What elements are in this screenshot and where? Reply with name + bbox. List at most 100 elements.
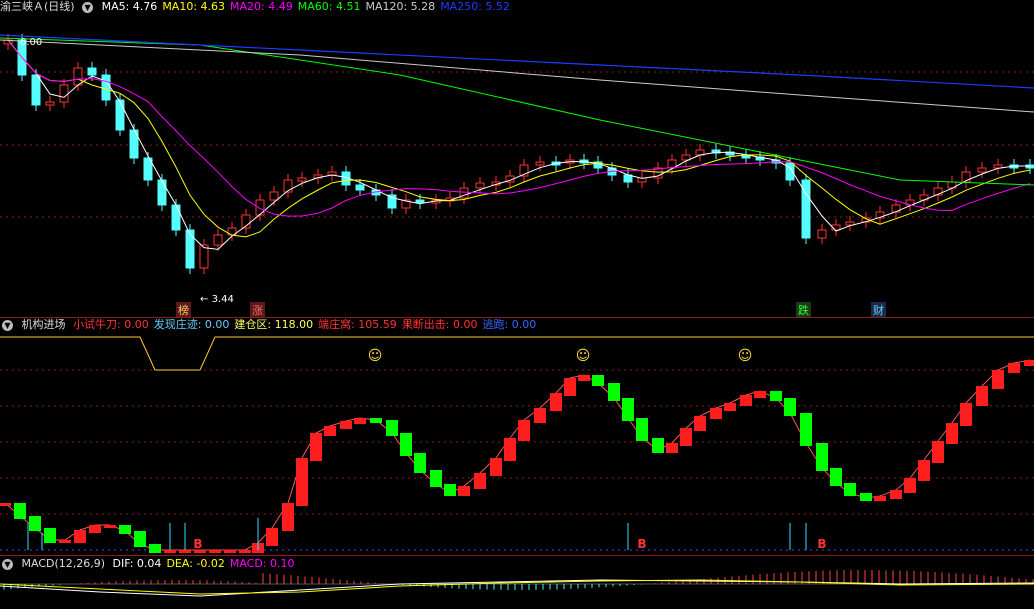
indicator-bar: [932, 441, 944, 463]
candle: [415, 199, 425, 204]
indicator-bar: [1008, 363, 1020, 373]
ma250-line: [0, 34, 1034, 89]
macd-item-2: MACD: 0.10: [229, 557, 295, 570]
ma-legend-item-0: MA5: 4.76: [101, 0, 158, 13]
candle: [269, 191, 279, 201]
indicator-values: 小试牛刀: 0.00 发现庄迹: 0.00 建仓区: 118.00 端庄窝: 105.…: [73, 318, 541, 331]
indicator-bar: [904, 478, 916, 493]
indicator-bar: [224, 550, 236, 553]
price-chart[interactable]: [0, 0, 1034, 317]
indicator-name: 机构进场: [21, 318, 66, 331]
indicator-bar: [800, 413, 812, 446]
stock-title: 渝三峡Ａ(日线): [0, 0, 75, 13]
candle: [255, 199, 265, 216]
marker-die: 跌: [796, 302, 811, 318]
indicator-legend: ▼ 机构进场 小试牛刀: 0.00 发现庄迹: 0.00 建仓区: 118.00 端庄…: [0, 318, 546, 332]
macd-name: MACD(12,26,9): [21, 557, 106, 570]
marker-bang: 榜: [176, 302, 191, 318]
macd-legend: ▼ MACD(12,26,9) DIF: 0.04 DEA: -0.02 MACD:…: [0, 557, 305, 571]
indicator-bar: [179, 550, 191, 553]
indicator-bar: [324, 426, 336, 436]
indicator-bar: [652, 438, 664, 453]
macd-pane[interactable]: ▼ MACD(12,26,9) DIF: 0.04 DEA: -0.02 MACD:…: [0, 556, 1034, 609]
candle: [355, 184, 365, 191]
indicator-bar: [680, 428, 692, 446]
indicator-bar: [340, 421, 352, 429]
indicator-bar: [578, 375, 590, 381]
indicator-bar: [458, 486, 470, 496]
ma-legend-item-2: MA20: 4.49: [230, 0, 293, 13]
macd-item-0: DIF: 0.04: [112, 557, 162, 570]
indicator-bar: [266, 528, 278, 546]
indicator-bar: [444, 484, 456, 496]
indicator-bar: [564, 378, 576, 396]
indicator-bar: [960, 403, 972, 426]
indicator-bar: [622, 398, 634, 421]
candle: [45, 101, 55, 106]
indicator-bar: [710, 408, 722, 419]
ma-legend-item-4: MA120: 5.28: [365, 0, 436, 13]
indicator-bar: [490, 458, 502, 476]
indicator-bar: [296, 458, 308, 506]
ma10-line: [7, 39, 1031, 238]
candle: [213, 234, 223, 246]
indicator-bar: [550, 393, 562, 411]
candle: [297, 177, 307, 182]
indicator-bar: [784, 398, 796, 416]
indicator-bar: [59, 540, 71, 543]
indicator-item-4: 果断出击: 0.00: [401, 318, 478, 331]
chevron-down-icon[interactable]: ▼: [2, 558, 13, 570]
indicator-bar: [370, 418, 382, 423]
indicator-bar: [430, 470, 442, 487]
candle: [101, 74, 111, 101]
indicator-bar: [724, 403, 736, 411]
candle: [475, 182, 485, 189]
candle: [681, 154, 691, 161]
price-pane[interactable]: 渝三峡Ａ(日线) ▼ MA5: 4.76 MA10: 4.63 MA20: 4.49…: [0, 0, 1034, 318]
indicator-item-3: 端庄窝: 105.59: [318, 318, 397, 331]
price-legend: 渝三峡Ａ(日线) ▼ MA5: 4.76 MA10: 4.63 MA20: 4.49…: [0, 0, 520, 14]
indicator-bar: [282, 503, 294, 531]
macd-values: DIF: 0.04 DEA: -0.02 MACD: 0.10: [113, 557, 300, 570]
indicator-bar: [74, 530, 86, 543]
candle: [817, 229, 827, 239]
indicator-bar: [310, 433, 322, 461]
indicator-bar: [844, 483, 856, 496]
marker-zhang: 涨: [250, 302, 265, 318]
indicator-bar: [164, 550, 176, 553]
indicator-line: [4, 359, 1031, 551]
indicator-item-0: 小试牛刀: 0.00: [73, 318, 149, 331]
chevron-down-icon[interactable]: ▼: [82, 1, 94, 13]
indicator-bar: [209, 550, 221, 553]
indicator-bar: [149, 544, 161, 553]
indicator-bar: [918, 460, 930, 481]
indicator-bar: [414, 453, 426, 473]
smiley-icon: ☺: [368, 348, 383, 364]
indicator-bar: [400, 433, 412, 456]
indicator-bar: [534, 408, 546, 423]
low-price-label: ← 3.44: [200, 294, 234, 305]
candle: [157, 179, 167, 206]
candle: [73, 67, 83, 86]
buy-mark: B: [817, 537, 826, 551]
indicator-bar: [104, 525, 116, 528]
ma-legend: MA5: 4.76 MA10: 4.63 MA20: 4.49 MA60: 4.51 M…: [102, 0, 515, 13]
candle: [171, 204, 181, 231]
indicator-bar: [592, 375, 604, 386]
candle: [977, 167, 987, 173]
indicator-pane[interactable]: ▼ 机构进场 小试牛刀: 0.00 发现庄迹: 0.00 建仓区: 118.00 端庄…: [0, 318, 1034, 555]
indicator-bar: [754, 391, 766, 398]
high-price-label: 6.00: [20, 37, 43, 48]
indicator-bar: [239, 550, 251, 553]
indicator-bar: [474, 473, 486, 489]
smiley-icon: ☺: [738, 348, 753, 364]
indicator-bar: [860, 493, 872, 501]
candle: [87, 67, 97, 76]
indicator-bar: [874, 496, 886, 501]
indicator-chart[interactable]: ☺ ☺ ☺ B B B: [0, 318, 1034, 555]
chevron-down-icon[interactable]: ▼: [2, 319, 13, 331]
buy-mark: B: [637, 537, 646, 551]
indicator-bar: [890, 490, 902, 499]
indicator-bar: [770, 391, 782, 401]
indicator-item-1: 发现庄迹: 0.00: [153, 318, 230, 331]
